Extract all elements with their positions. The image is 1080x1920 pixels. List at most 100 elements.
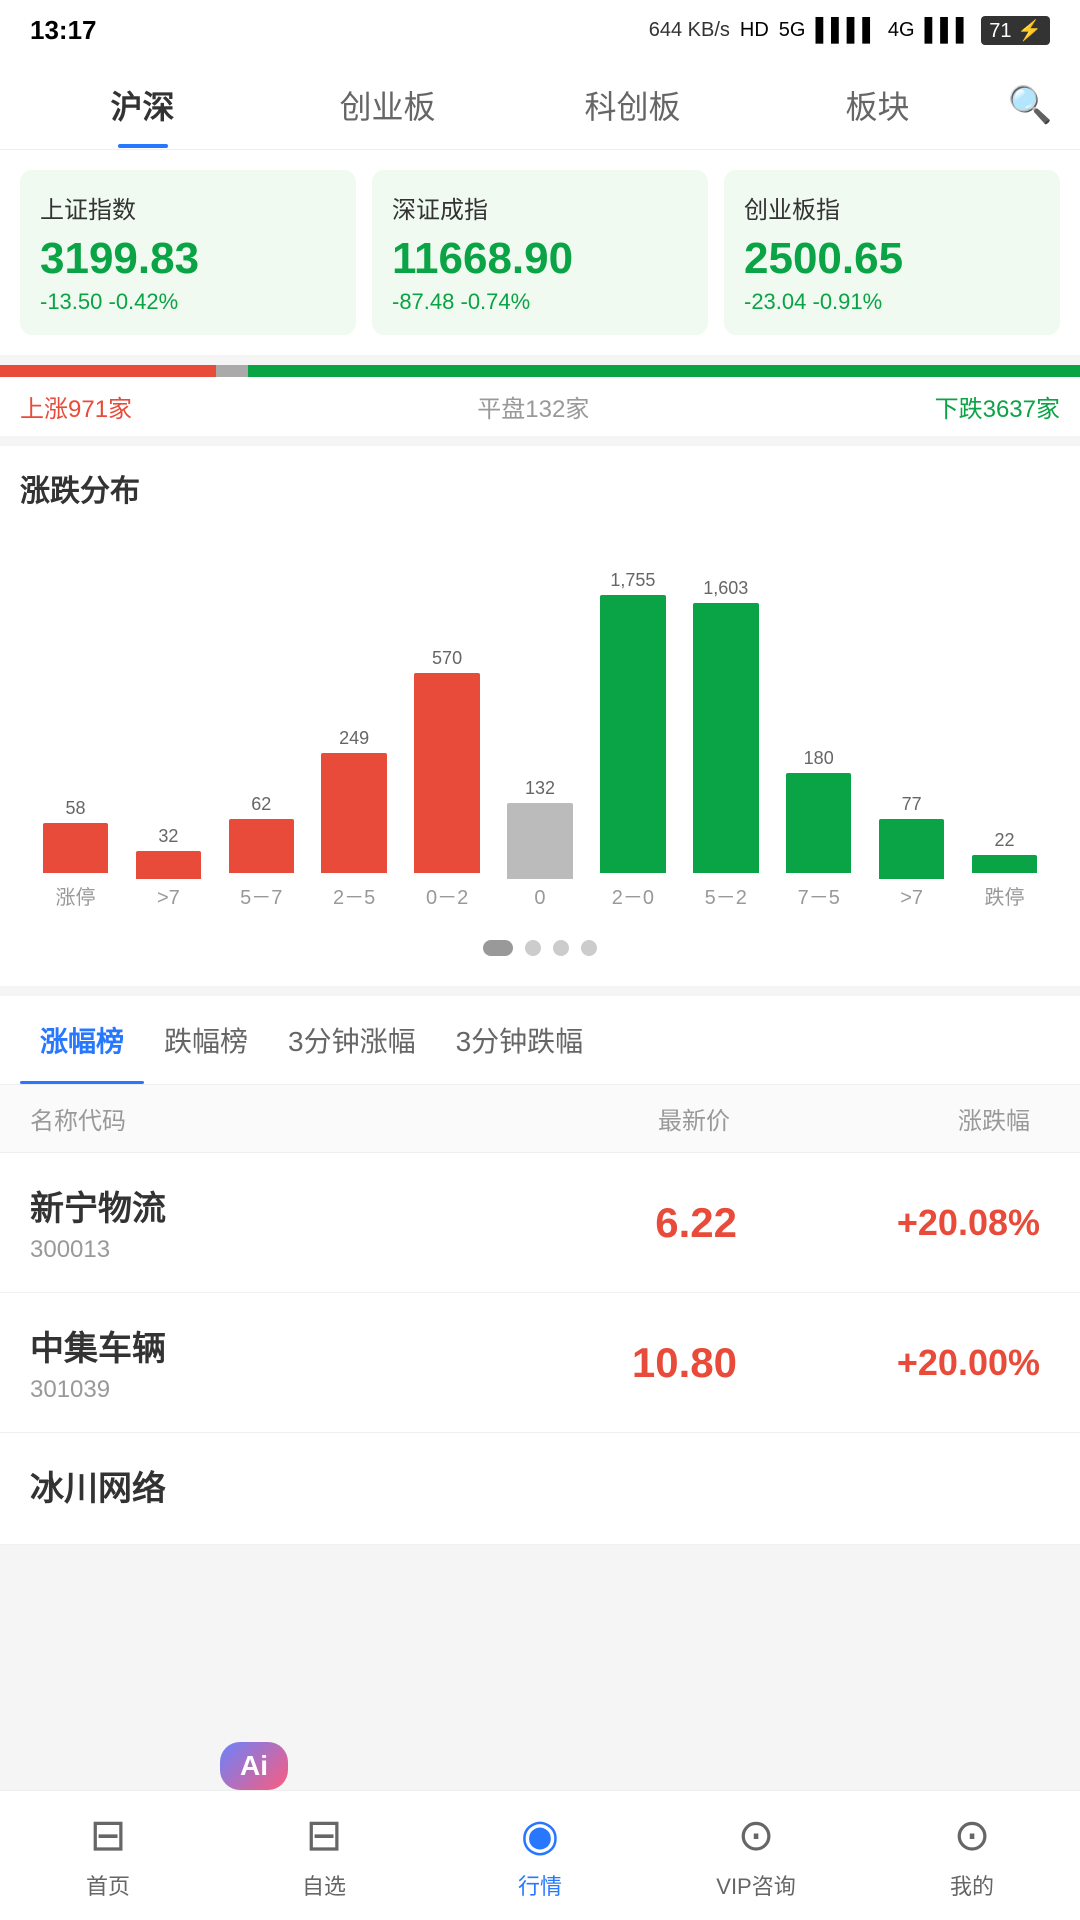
stock-item[interactable]: 中集车辆 301039 10.80 +20.00%	[0, 1293, 1080, 1433]
pagination-dots	[20, 930, 1060, 956]
index-value-shangzheng: 3199.83	[40, 235, 336, 283]
chart-bars: 58 涨停 32 >7 62 5－7 249 2－5	[30, 570, 1050, 910]
rankings-section: 涨幅榜 跌幅榜 3分钟涨幅 3分钟跌幅 名称代码 最新价 涨跌幅 新宁物流 30…	[0, 996, 1080, 1545]
distribution-title: 涨跌分布	[20, 466, 1060, 510]
breadth-bar-flat	[216, 365, 248, 377]
stock-info-2: 中集车辆 301039	[30, 1321, 434, 1404]
breadth-bar	[0, 365, 1080, 377]
home-icon: ⊟	[90, 1810, 127, 1861]
ai-badge[interactable]: Ai	[220, 1742, 288, 1790]
index-cards: 上证指数 3199.83 -13.50 -0.42% 深证成指 11668.90…	[0, 150, 1080, 355]
hd-icon: HD	[740, 19, 769, 42]
rankings-tabs: 涨幅榜 跌幅榜 3分钟涨幅 3分钟跌幅	[0, 996, 1080, 1085]
status-right: 644 KB/s HD 5G ▌▌▌▌ 4G ▌▌▌ 71 ⚡	[649, 16, 1050, 45]
stock-info-1: 新宁物流 300013	[30, 1181, 434, 1264]
4g-icon: 4G	[888, 19, 915, 42]
bar-zhangting: 58 涨停	[30, 570, 121, 910]
rankings-header: 名称代码 最新价 涨跌幅	[0, 1085, 1080, 1153]
breadth-flat-label: 平盘132家	[477, 389, 589, 424]
breadth-rise-label: 上涨971家	[20, 389, 132, 424]
breadth-bar-fall	[248, 365, 1080, 377]
nav-home[interactable]: ⊟ 首页	[0, 1810, 216, 1901]
dot-4[interactable]	[581, 940, 597, 956]
index-name-shangzheng: 上证指数	[40, 190, 336, 225]
dot-2[interactable]	[525, 940, 541, 956]
bar-0-2-red: 570 0－2	[402, 570, 493, 910]
index-value-chuangye: 2500.65	[744, 235, 1040, 283]
header-name: 名称代码	[30, 1101, 430, 1136]
nav-market-label: 行情	[518, 1869, 562, 1901]
index-name-shenzhen: 深证成指	[392, 190, 688, 225]
vip-icon: ⊙	[738, 1810, 775, 1861]
nav-mine[interactable]: ⊙ 我的	[864, 1810, 1080, 1901]
index-name-chuangye: 创业板指	[744, 190, 1040, 225]
signal-icon: ▌▌▌▌	[815, 17, 877, 43]
bar-0-gray: 132 0	[495, 570, 586, 910]
distribution-chart: 58 涨停 32 >7 62 5－7 249 2－5	[20, 530, 1060, 930]
nav-mine-label: 我的	[950, 1869, 994, 1901]
5g-icon: 5G	[779, 19, 806, 42]
stock-name-2: 中集车辆	[30, 1321, 434, 1370]
stock-name-3: 冰川网络	[30, 1461, 434, 1510]
index-card-shangzheng[interactable]: 上证指数 3199.83 -13.50 -0.42%	[20, 170, 356, 335]
dot-3[interactable]	[553, 940, 569, 956]
nav-watchlist-label: 自选	[302, 1869, 346, 1901]
bar-7-5-green: 180 7－5	[773, 570, 864, 910]
stock-code-2: 301039	[30, 1376, 434, 1404]
breadth-bar-rise	[0, 365, 216, 377]
index-card-shenzhen[interactable]: 深证成指 11668.90 -87.48 -0.74%	[372, 170, 708, 335]
breadth-section: 上涨971家 平盘132家 下跌3637家	[0, 365, 1080, 436]
stock-item[interactable]: 冰川网络	[0, 1433, 1080, 1545]
bar-2-5-red: 249 2－5	[309, 570, 400, 910]
index-change-shenzhen: -87.48 -0.74%	[392, 289, 688, 315]
distribution-section: 涨跌分布 58 涨停 32 >7 62 5－7 249	[0, 446, 1080, 986]
tab-bankuai[interactable]: 板块	[755, 62, 1000, 148]
network-speed: 644 KB/s	[649, 19, 730, 42]
stock-info-3: 冰川网络	[30, 1461, 434, 1516]
tab-3min-fall[interactable]: 3分钟跌幅	[436, 996, 604, 1084]
nav-market[interactable]: ◉ 行情	[432, 1810, 648, 1901]
bar-5-2-green: 1,603 5－2	[680, 570, 771, 910]
nav-tabs: 沪深 创业板 科创板 板块 🔍	[0, 60, 1080, 150]
index-change-chuangye: -23.04 -0.91%	[744, 289, 1040, 315]
status-time: 13:17	[30, 15, 97, 46]
search-button[interactable]: 🔍	[1000, 84, 1060, 126]
stock-code-1: 300013	[30, 1236, 434, 1264]
stock-change-1: +20.08%	[737, 1202, 1050, 1244]
watchlist-icon: ⊟	[306, 1810, 343, 1861]
nav-home-label: 首页	[86, 1869, 130, 1901]
nav-vip[interactable]: ⊙ VIP咨询	[648, 1810, 864, 1901]
dot-1[interactable]	[483, 940, 513, 956]
index-card-chuangye[interactable]: 创业板指 2500.65 -23.04 -0.91%	[724, 170, 1060, 335]
header-change: 涨跌幅	[730, 1101, 1050, 1136]
status-bar: 13:17 644 KB/s HD 5G ▌▌▌▌ 4G ▌▌▌ 71 ⚡	[0, 0, 1080, 60]
signal2-icon: ▌▌▌	[925, 17, 972, 43]
tab-fall-rank[interactable]: 跌幅榜	[144, 996, 268, 1084]
bar-gt7-green: 77 >7	[866, 570, 957, 910]
tab-chuangye[interactable]: 创业板	[265, 62, 510, 148]
stock-change-2: +20.00%	[737, 1342, 1050, 1384]
index-change-shangzheng: -13.50 -0.42%	[40, 289, 336, 315]
stock-name-1: 新宁物流	[30, 1181, 434, 1230]
bottom-nav: ⊟ 首页 ⊟ 自选 ◉ 行情 ⊙ VIP咨询 ⊙ 我的 Ai	[0, 1790, 1080, 1920]
battery-indicator: 71 ⚡	[981, 16, 1050, 45]
bar-gt7-red: 32 >7	[123, 570, 214, 910]
bar-dieting: 22 跌停	[959, 570, 1050, 910]
tab-husheng[interactable]: 沪深	[20, 62, 265, 148]
market-icon: ◉	[521, 1810, 559, 1861]
header-price: 最新价	[430, 1101, 730, 1136]
bar-5-7-red: 62 5－7	[216, 570, 307, 910]
tab-kechuang[interactable]: 科创板	[510, 62, 755, 148]
nav-watchlist[interactable]: ⊟ 自选	[216, 1810, 432, 1901]
breadth-labels: 上涨971家 平盘132家 下跌3637家	[0, 377, 1080, 436]
mine-icon: ⊙	[954, 1810, 991, 1861]
tab-rise-rank[interactable]: 涨幅榜	[20, 996, 144, 1084]
bar-2-0-green: 1,755 2－0	[587, 570, 678, 910]
stock-item[interactable]: 新宁物流 300013 6.22 +20.08%	[0, 1153, 1080, 1293]
index-value-shenzhen: 11668.90	[392, 235, 688, 283]
tab-3min-rise[interactable]: 3分钟涨幅	[268, 996, 436, 1084]
stock-price-2: 10.80	[434, 1339, 737, 1387]
breadth-fall-label: 下跌3637家	[935, 389, 1060, 424]
nav-vip-label: VIP咨询	[716, 1869, 795, 1901]
stock-price-1: 6.22	[434, 1199, 737, 1247]
